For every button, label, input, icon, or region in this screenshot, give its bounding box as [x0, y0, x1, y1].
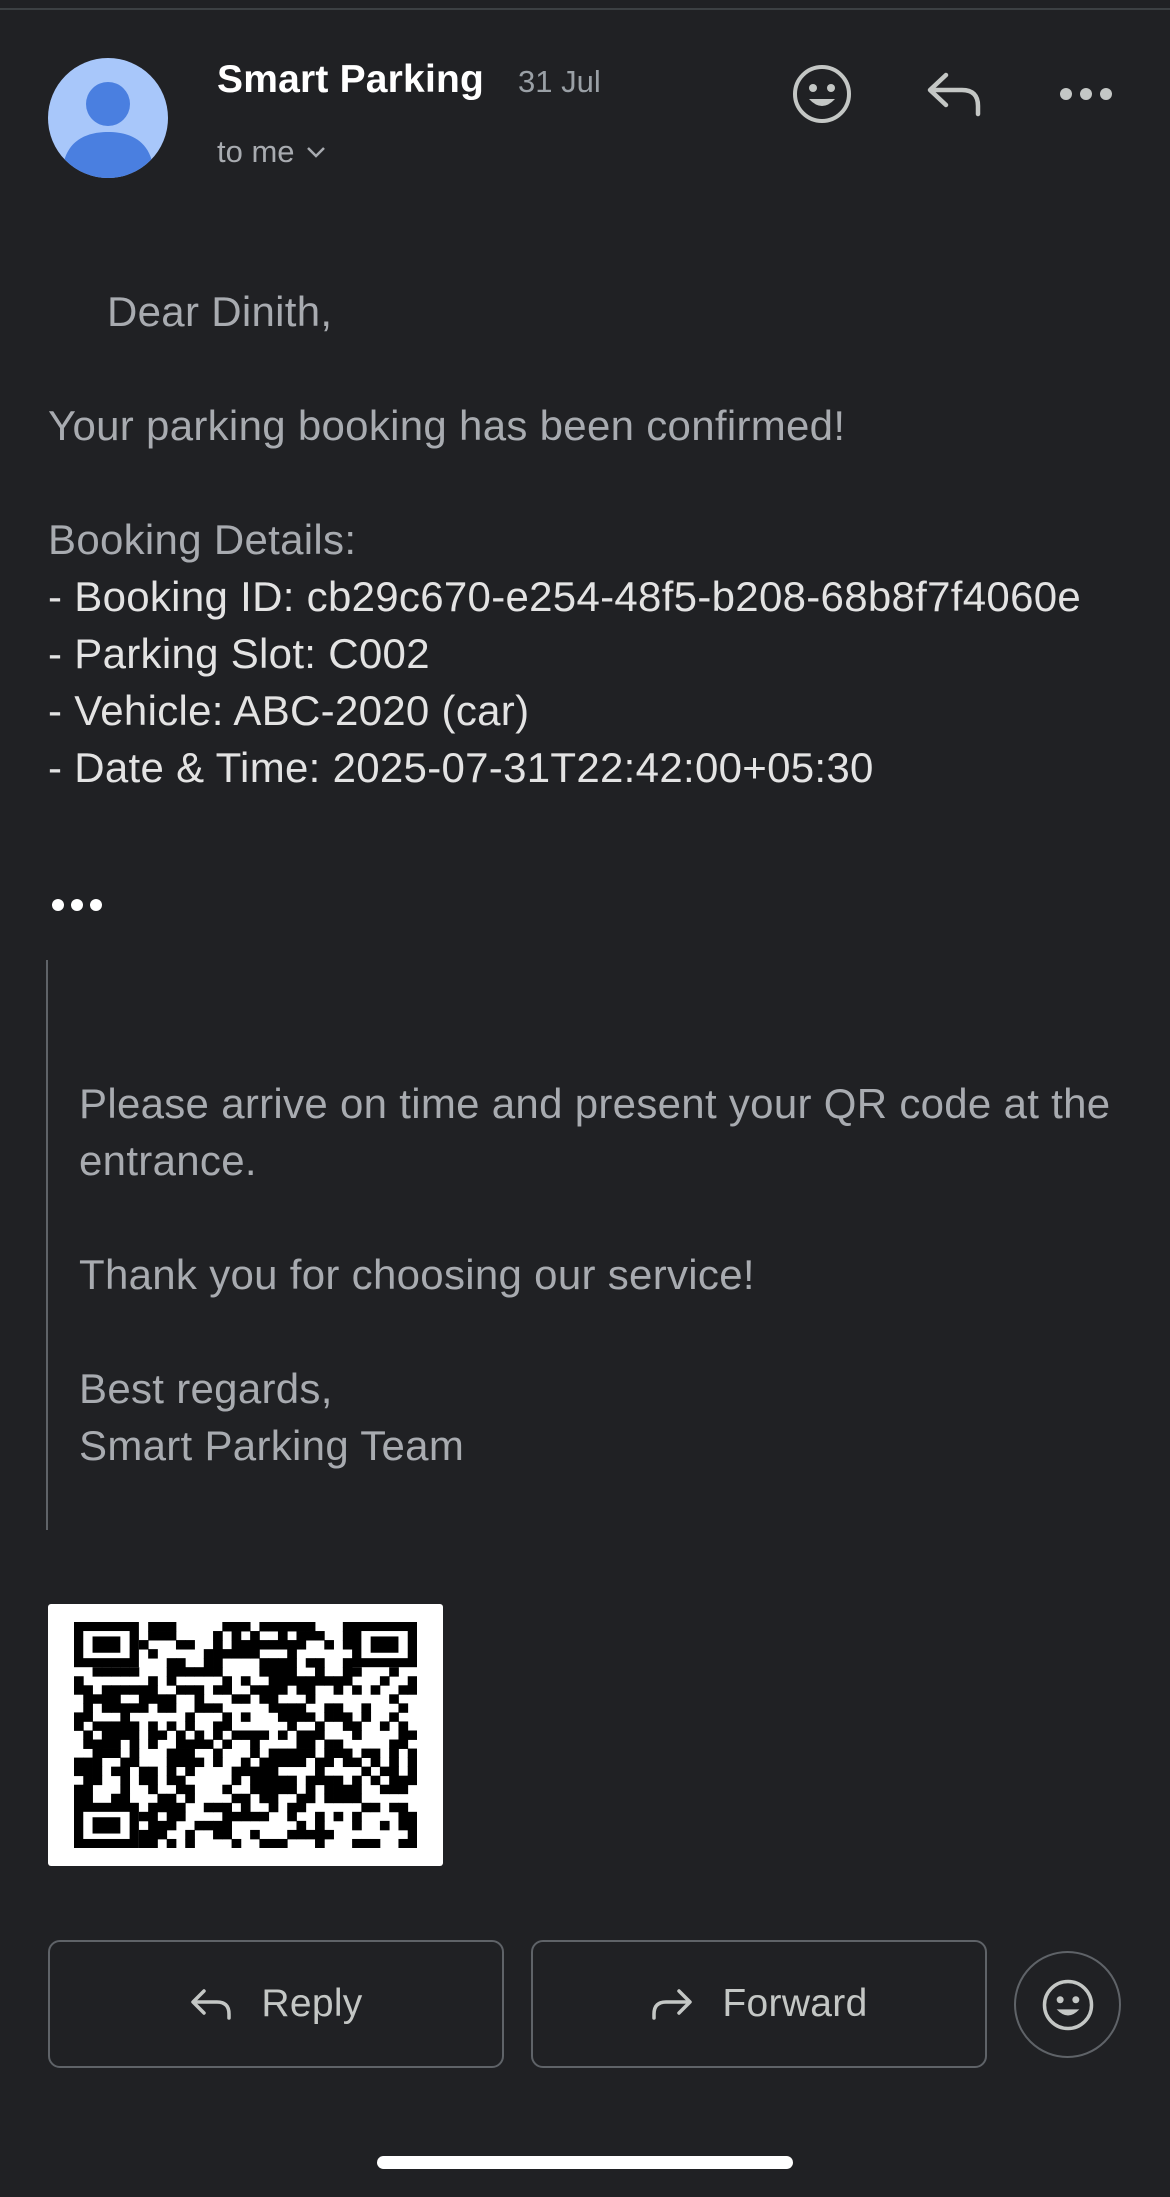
email-date: 31 Jul: [518, 64, 601, 99]
recipient-label: to me: [217, 134, 295, 169]
reply-label: Reply: [261, 1982, 363, 2025]
smiley-icon: [793, 65, 851, 123]
smiley-icon: [1042, 1979, 1093, 2030]
show-trimmed-content-button[interactable]: [50, 890, 106, 920]
top-divider: [0, 8, 1170, 10]
qr-code-image[interactable]: [48, 1604, 443, 1866]
booking-details: - Booking ID: cb29c670-e254-48f5-b208-68…: [48, 568, 1128, 796]
date-time: - Date & Time: 2025-07-31T22:42:00+05:30: [48, 744, 874, 791]
reply-arrow-icon: [927, 72, 981, 117]
forward-label: Forward: [722, 1982, 868, 2025]
reply-button[interactable]: Reply: [48, 1940, 504, 2068]
more-options-button[interactable]: [1050, 58, 1122, 130]
more-horizontal-icon: [1060, 88, 1112, 100]
chevron-down-icon: [306, 147, 325, 158]
quote-border: [46, 960, 48, 1530]
qr-code: [74, 1622, 417, 1848]
greeting: Dear Dinith,: [107, 288, 333, 335]
vehicle: - Vehicle: ABC-2020 (car): [48, 687, 530, 734]
parking-slot: - Parking Slot: C002: [48, 630, 430, 677]
forward-button[interactable]: Forward: [531, 1940, 987, 2068]
emoji-reaction-button[interactable]: [1014, 1951, 1121, 2058]
sender-name[interactable]: Smart Parking: [217, 58, 484, 102]
add-reaction-button[interactable]: [786, 58, 858, 130]
home-indicator[interactable]: [377, 2156, 793, 2169]
details-heading: Booking Details:: [48, 516, 357, 563]
forward-arrow-icon: [652, 1989, 693, 2020]
booking-id: - Booking ID: cb29c670-e254-48f5-b208-68…: [48, 573, 1082, 620]
reply-icon-button[interactable]: [918, 58, 990, 130]
signoff-line: Best regards,: [79, 1365, 333, 1412]
ellipsis-icon: [52, 899, 102, 911]
signoff: Best regards, Smart Parking Team: [79, 1360, 1139, 1474]
person-icon: [62, 82, 154, 178]
recipient-toggle[interactable]: to me: [217, 134, 327, 170]
reply-arrow-icon: [191, 1989, 232, 2020]
signoff-team: Smart Parking Team: [79, 1422, 465, 1469]
thank-you-line: Thank you for choosing our service!: [79, 1251, 755, 1298]
confirmation-message: Your parking booking has been confirmed!: [48, 402, 846, 449]
sender-avatar[interactable]: [48, 58, 168, 178]
arrival-instruction: Please arrive on time and present your Q…: [79, 1080, 1111, 1184]
